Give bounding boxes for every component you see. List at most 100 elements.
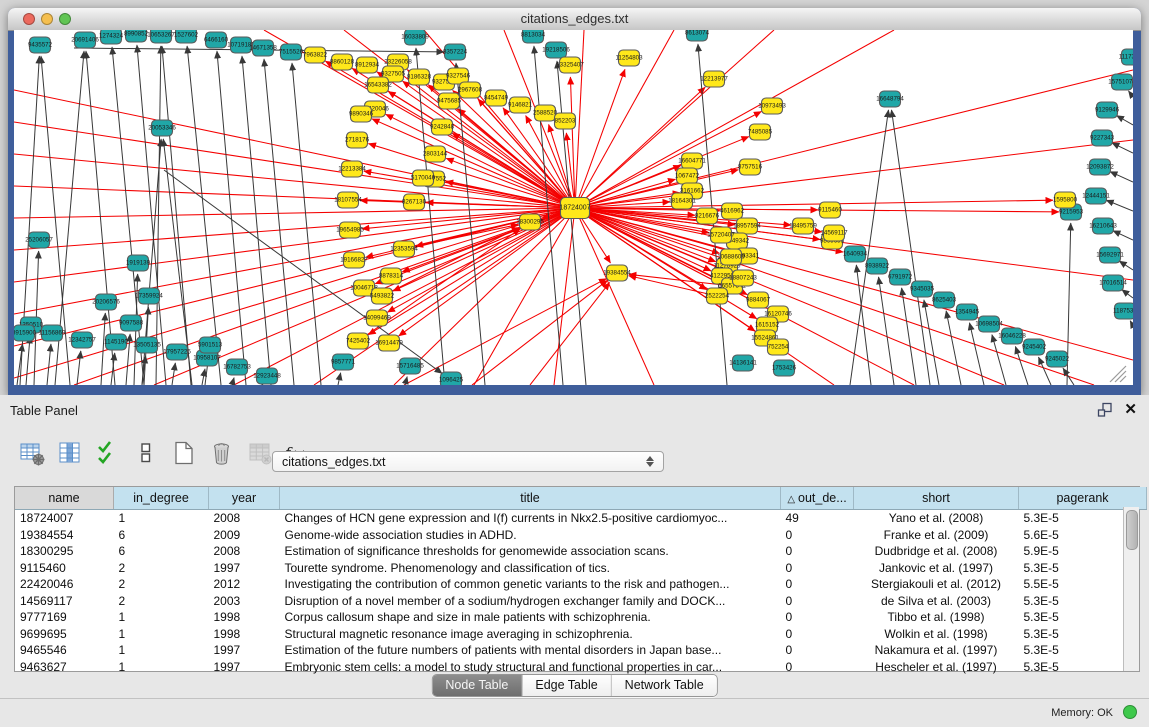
table-cell[interactable]: Structural magnetic resonance image aver… (280, 626, 781, 643)
table-cell[interactable]: 2 (114, 576, 209, 593)
black-edge[interactable] (187, 46, 221, 385)
close-window-button[interactable] (23, 13, 35, 25)
table-row[interactable]: 969969511998Structural magnetic resonanc… (15, 626, 1147, 643)
tab-node-table[interactable]: Node Table (432, 675, 522, 696)
table-cell[interactable]: 18300295 (15, 543, 114, 560)
black-edge[interactable] (292, 63, 321, 385)
table-cell[interactable]: Estimation of the future numbers of pati… (280, 642, 781, 659)
table-cell[interactable]: Corpus callosum shape and size in male p… (280, 609, 781, 626)
black-edge[interactable] (47, 344, 51, 385)
tab-edge-table[interactable]: Edge Table (522, 675, 611, 696)
table-cell[interactable]: Franke et al. (2009) (854, 527, 1019, 544)
table-cell[interactable]: 14569117 (15, 593, 114, 610)
red-edge[interactable] (575, 208, 1133, 360)
table-cell[interactable]: 0 (781, 527, 854, 544)
red-edge[interactable] (575, 30, 774, 208)
black-edge[interactable] (924, 300, 939, 385)
black-edge[interactable] (1117, 115, 1133, 125)
black-edge[interactable] (456, 63, 485, 385)
table-cell[interactable]: Disruption of a novel member of a sodium… (280, 593, 781, 610)
table-cell[interactable]: 2008 (209, 543, 280, 560)
table-cell[interactable]: de Silva et al. (2003) (854, 593, 1019, 610)
table-cell[interactable]: Jankovic et al. (1997) (854, 560, 1019, 577)
resize-grip-icon[interactable] (1115, 371, 1126, 382)
table-cell[interactable]: 9699695 (15, 626, 114, 643)
table-cell[interactable]: 0 (781, 659, 854, 676)
red-edge[interactable] (575, 200, 1053, 208)
table-cell[interactable]: Nakamura et al. (1997) (854, 642, 1019, 659)
table-cell[interactable]: 1 (114, 642, 209, 659)
column-header-name[interactable]: name (15, 487, 114, 510)
column-header-in_degree[interactable]: in_degree (114, 487, 209, 510)
new-file-button[interactable] (170, 441, 198, 469)
black-edge[interactable] (338, 373, 341, 385)
black-edge[interactable] (77, 351, 81, 385)
table-cell[interactable]: Wolkin et al. (1998) (854, 626, 1019, 643)
network-canvas-svg[interactable]: 9435572206914061274324899085210653267152… (14, 30, 1133, 385)
red-edge[interactable] (14, 208, 575, 378)
table-selector-dropdown[interactable]: citations_edges.txt (272, 451, 664, 472)
tab-network-table[interactable]: Network Table (612, 675, 717, 696)
clear-selection-button[interactable] (132, 441, 160, 469)
scrollbar-thumb[interactable] (1126, 510, 1138, 550)
table-settings-button[interactable] (18, 441, 46, 469)
table-cell[interactable]: 0 (781, 626, 854, 643)
table-cell[interactable]: 2 (114, 593, 209, 610)
table-cell[interactable]: 9777169 (15, 609, 114, 626)
table-cell[interactable]: Dudbridge et al. (2008) (854, 543, 1019, 560)
black-edge[interactable] (1110, 172, 1133, 182)
table-cell[interactable]: Hescheler et al. (1997) (854, 659, 1019, 676)
table-row[interactable]: 1456911722003Disruption of a novel membe… (15, 593, 1147, 610)
red-edge[interactable] (575, 69, 625, 208)
column-header-title[interactable]: title (280, 487, 781, 510)
table-row[interactable]: 946362711997Embryonic stem cells: a mode… (15, 659, 1147, 676)
table-cell[interactable]: 1 (114, 609, 209, 626)
table-cell[interactable]: 1997 (209, 642, 280, 659)
black-edge[interactable] (1063, 368, 1074, 385)
table-cell[interactable]: 1 (114, 626, 209, 643)
black-edge[interactable] (1119, 261, 1133, 270)
table-cell[interactable]: Changes of HCN gene expression and I(f) … (280, 510, 781, 527)
table-row[interactable]: 977716911998Corpus callosum shape and si… (15, 609, 1147, 626)
delete-trash-button[interactable] (208, 441, 236, 469)
table-cell[interactable]: Genome-wide association studies in ADHD. (280, 527, 781, 544)
black-edge[interactable] (264, 59, 294, 385)
close-panel-icon[interactable]: ✕ (1124, 400, 1137, 418)
red-edge[interactable] (575, 70, 1133, 208)
table-row[interactable]: 2242004622012Investigating the contribut… (15, 576, 1147, 593)
red-edge[interactable] (14, 208, 575, 282)
table-row[interactable]: 1872400712008Changes of HCN gene express… (15, 510, 1147, 527)
table-cell[interactable]: 0 (781, 543, 854, 560)
table-cell[interactable]: 19384554 (15, 527, 114, 544)
black-edge[interactable] (902, 288, 916, 385)
table-cell[interactable]: 1998 (209, 626, 280, 643)
column-header-short[interactable]: short (854, 487, 1019, 510)
black-edge[interactable] (172, 363, 175, 385)
table-cell[interactable]: Embryonic stem cells: a model to study s… (280, 659, 781, 676)
table-cell[interactable]: Tourette syndrome. Phenomenology and cla… (280, 560, 781, 577)
table-cell[interactable]: 6 (114, 543, 209, 560)
table-cell[interactable]: 9465546 (15, 642, 114, 659)
table-cell[interactable]: 49 (781, 510, 854, 527)
table-cell[interactable]: 9463627 (15, 659, 114, 676)
float-window-icon[interactable] (1097, 402, 1113, 423)
table-cell[interactable]: Tibbo et al. (1998) (854, 609, 1019, 626)
table-cell[interactable]: 1 (114, 510, 209, 527)
table-vertical-scrollbar[interactable] (1123, 507, 1139, 671)
red-edge[interactable] (472, 280, 608, 385)
table-cell[interactable]: 6 (114, 527, 209, 544)
table-cell[interactable]: Investigating the contribution of common… (280, 576, 781, 593)
table-cell[interactable]: 0 (781, 560, 854, 577)
table-cell[interactable]: Yano et al. (2008) (854, 510, 1019, 527)
black-edge[interactable] (217, 51, 246, 385)
table-cell[interactable]: 1998 (209, 609, 280, 626)
black-edge[interactable] (232, 378, 234, 385)
black-edge[interactable] (242, 56, 271, 385)
network-canvas[interactable]: 9435572206914061274324899085210653267152… (14, 30, 1133, 385)
table-cell[interactable]: 0 (781, 593, 854, 610)
black-edge[interactable] (946, 311, 961, 385)
table-cell[interactable]: 9115460 (15, 560, 114, 577)
minimize-window-button[interactable] (41, 13, 53, 25)
table-cell[interactable]: 2012 (209, 576, 280, 593)
table-cell[interactable]: 2 (114, 560, 209, 577)
